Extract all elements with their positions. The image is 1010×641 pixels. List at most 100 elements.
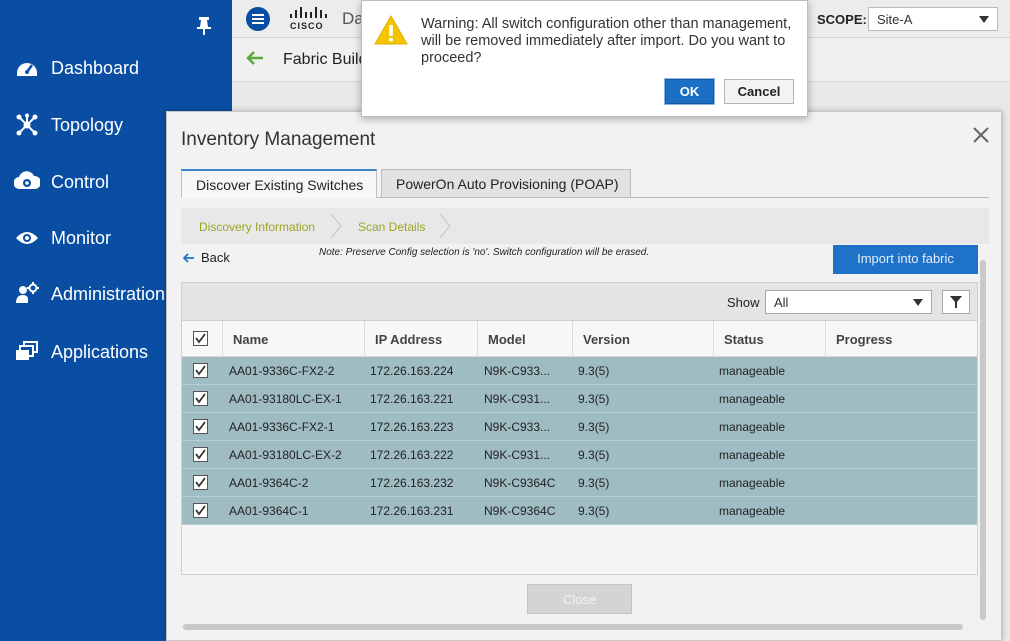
row-checkbox[interactable] <box>193 391 208 406</box>
chevron-right-icon <box>330 213 342 239</box>
row-checkbox[interactable] <box>193 419 208 434</box>
cell-status: manageable <box>719 448 786 462</box>
cell-model: N9K-C9364C <box>484 504 556 518</box>
cell-ip-address: 172.26.163.222 <box>370 448 454 462</box>
scope-select[interactable]: Site-A <box>868 7 998 31</box>
cell-version: 9.3(5) <box>578 364 610 378</box>
table-row[interactable]: AA01-93180LC-EX-1 172.26.163.221 N9K-C931.… <box>182 385 977 413</box>
table-row[interactable]: AA01-9336C-FX2-1 172.26.163.223 N9K-C933..… <box>182 413 977 441</box>
vertical-scrollbar[interactable] <box>980 260 986 620</box>
sidebar-item-label: Control <box>51 171 110 192</box>
column-header-name[interactable]: Name <box>222 321 372 357</box>
table-row[interactable]: AA01-9336C-FX2-2 172.26.163.224 N9K-C933..… <box>182 357 977 385</box>
sidebar-item-label: Topology <box>51 114 124 135</box>
sidebar-item-topology[interactable]: Topology <box>14 110 123 140</box>
chevron-down-icon <box>979 16 989 23</box>
table-row[interactable]: AA01-9364C-1 172.26.163.231 N9K-C9364C 9.3(… <box>182 497 977 525</box>
cell-model: N9K-C933... <box>484 364 551 378</box>
checkmark-icon <box>195 421 206 432</box>
step-scan-details[interactable]: Scan Details <box>358 220 425 234</box>
cell-ip-address: 172.26.163.221 <box>370 392 454 406</box>
tab-poap[interactable]: PowerOn Auto Provisioning (POAP) <box>381 169 631 198</box>
column-header-progress[interactable]: Progress <box>825 321 977 357</box>
scope-value: Site-A <box>877 12 913 27</box>
chevron-down-icon <box>913 299 923 306</box>
step-discovery-information[interactable]: Discovery Information <box>199 220 315 234</box>
sidebar-item-applications[interactable]: Applications <box>14 337 148 367</box>
ok-button[interactable]: OK <box>665 79 714 104</box>
topology-icon <box>14 112 40 138</box>
filter-icon <box>950 296 962 308</box>
cell-version: 9.3(5) <box>578 504 610 518</box>
horizontal-scrollbar[interactable] <box>183 624 963 630</box>
sidebar-item-label: Administration <box>51 283 166 304</box>
close-icon[interactable] <box>971 125 991 145</box>
warning-dialog: Warning: All switch configuration other … <box>361 0 808 117</box>
checkmark-icon <box>195 505 206 516</box>
cell-status: manageable <box>719 476 786 490</box>
sidebar-item-administration[interactable]: Administration <box>14 279 165 309</box>
sidebar-item-label: Applications <box>51 341 149 362</box>
table-row[interactable]: AA01-93180LC-EX-2 172.26.163.222 N9K-C931.… <box>182 441 977 469</box>
cell-version: 9.3(5) <box>578 420 610 434</box>
row-checkbox[interactable] <box>193 363 208 378</box>
column-header-ip-address[interactable]: IP Address <box>364 321 477 357</box>
inventory-management-modal: Inventory Management Discover Existing S… <box>166 111 1002 641</box>
table-toolbar: Show All <box>182 283 977 321</box>
tab-bar: Discover Existing Switches PowerOn Auto … <box>181 169 989 198</box>
select-all-checkbox[interactable] <box>193 331 208 346</box>
row-checkbox[interactable] <box>193 503 208 518</box>
row-checkbox[interactable] <box>193 447 208 462</box>
sidebar-item-monitor[interactable]: Monitor <box>14 223 111 253</box>
table-body: AA01-9336C-FX2-2 172.26.163.224 N9K-C933..… <box>182 357 977 525</box>
cisco-bridge-icon <box>290 7 327 18</box>
modal-title: Inventory Management <box>181 129 376 150</box>
sidebar-item-label: Dashboard <box>51 57 140 78</box>
back-label: Back <box>201 250 230 265</box>
back-arrow-icon <box>183 252 194 263</box>
preserve-config-note: Note: Preserve Config selection is 'no'.… <box>319 247 650 258</box>
sidebar-item-control[interactable]: Control <box>14 167 109 197</box>
applications-icon <box>14 339 40 365</box>
cell-status: manageable <box>719 364 786 378</box>
import-into-fabric-button[interactable]: Import into fabric <box>833 245 978 274</box>
hamburger-menu-button[interactable] <box>246 7 270 31</box>
pin-icon[interactable] <box>196 16 212 36</box>
cell-version: 9.3(5) <box>578 476 610 490</box>
wizard-steps: Discovery Information Scan Details <box>181 208 989 244</box>
checkmark-icon <box>195 449 206 460</box>
checkmark-icon <box>195 393 206 404</box>
back-link[interactable]: Back <box>183 250 230 265</box>
row-checkbox[interactable] <box>193 475 208 490</box>
cell-ip-address: 172.26.163.232 <box>370 476 454 490</box>
show-value: All <box>774 295 789 310</box>
tab-discover-existing-switches[interactable]: Discover Existing Switches <box>181 169 377 198</box>
logo-text: CISCO <box>290 21 324 31</box>
column-header-model[interactable]: Model <box>477 321 572 357</box>
cell-ip-address: 172.26.163.231 <box>370 504 454 518</box>
cell-model: N9K-C933... <box>484 420 551 434</box>
show-filter-select[interactable]: All <box>765 290 932 314</box>
cisco-logo: CISCO <box>288 6 332 32</box>
cancel-button[interactable]: Cancel <box>724 79 794 104</box>
cell-name: AA01-9364C-2 <box>229 476 309 490</box>
control-icon <box>14 169 40 195</box>
warning-icon <box>374 14 408 45</box>
chevron-right-icon <box>439 213 451 239</box>
show-label: Show <box>727 295 760 310</box>
administration-icon <box>14 281 40 307</box>
column-header-status[interactable]: Status <box>713 321 825 357</box>
table-row[interactable]: AA01-9364C-2 172.26.163.232 N9K-C9364C 9.3(… <box>182 469 977 497</box>
cell-ip-address: 172.26.163.223 <box>370 420 454 434</box>
page-title: Fabric Builder <box>283 51 361 68</box>
cell-status: manageable <box>719 420 786 434</box>
filter-button[interactable] <box>942 290 970 314</box>
back-arrow-icon[interactable] <box>246 50 264 66</box>
monitor-icon <box>14 225 40 251</box>
sidebar-item-dashboard[interactable]: Dashboard <box>14 53 139 83</box>
column-header-version[interactable]: Version <box>572 321 713 357</box>
switch-table: Show All Name IP Address Model Version S… <box>181 282 978 575</box>
cell-version: 9.3(5) <box>578 448 610 462</box>
warning-message: Warning: All switch configuration other … <box>421 16 792 66</box>
cell-model: N9K-C931... <box>484 392 551 406</box>
